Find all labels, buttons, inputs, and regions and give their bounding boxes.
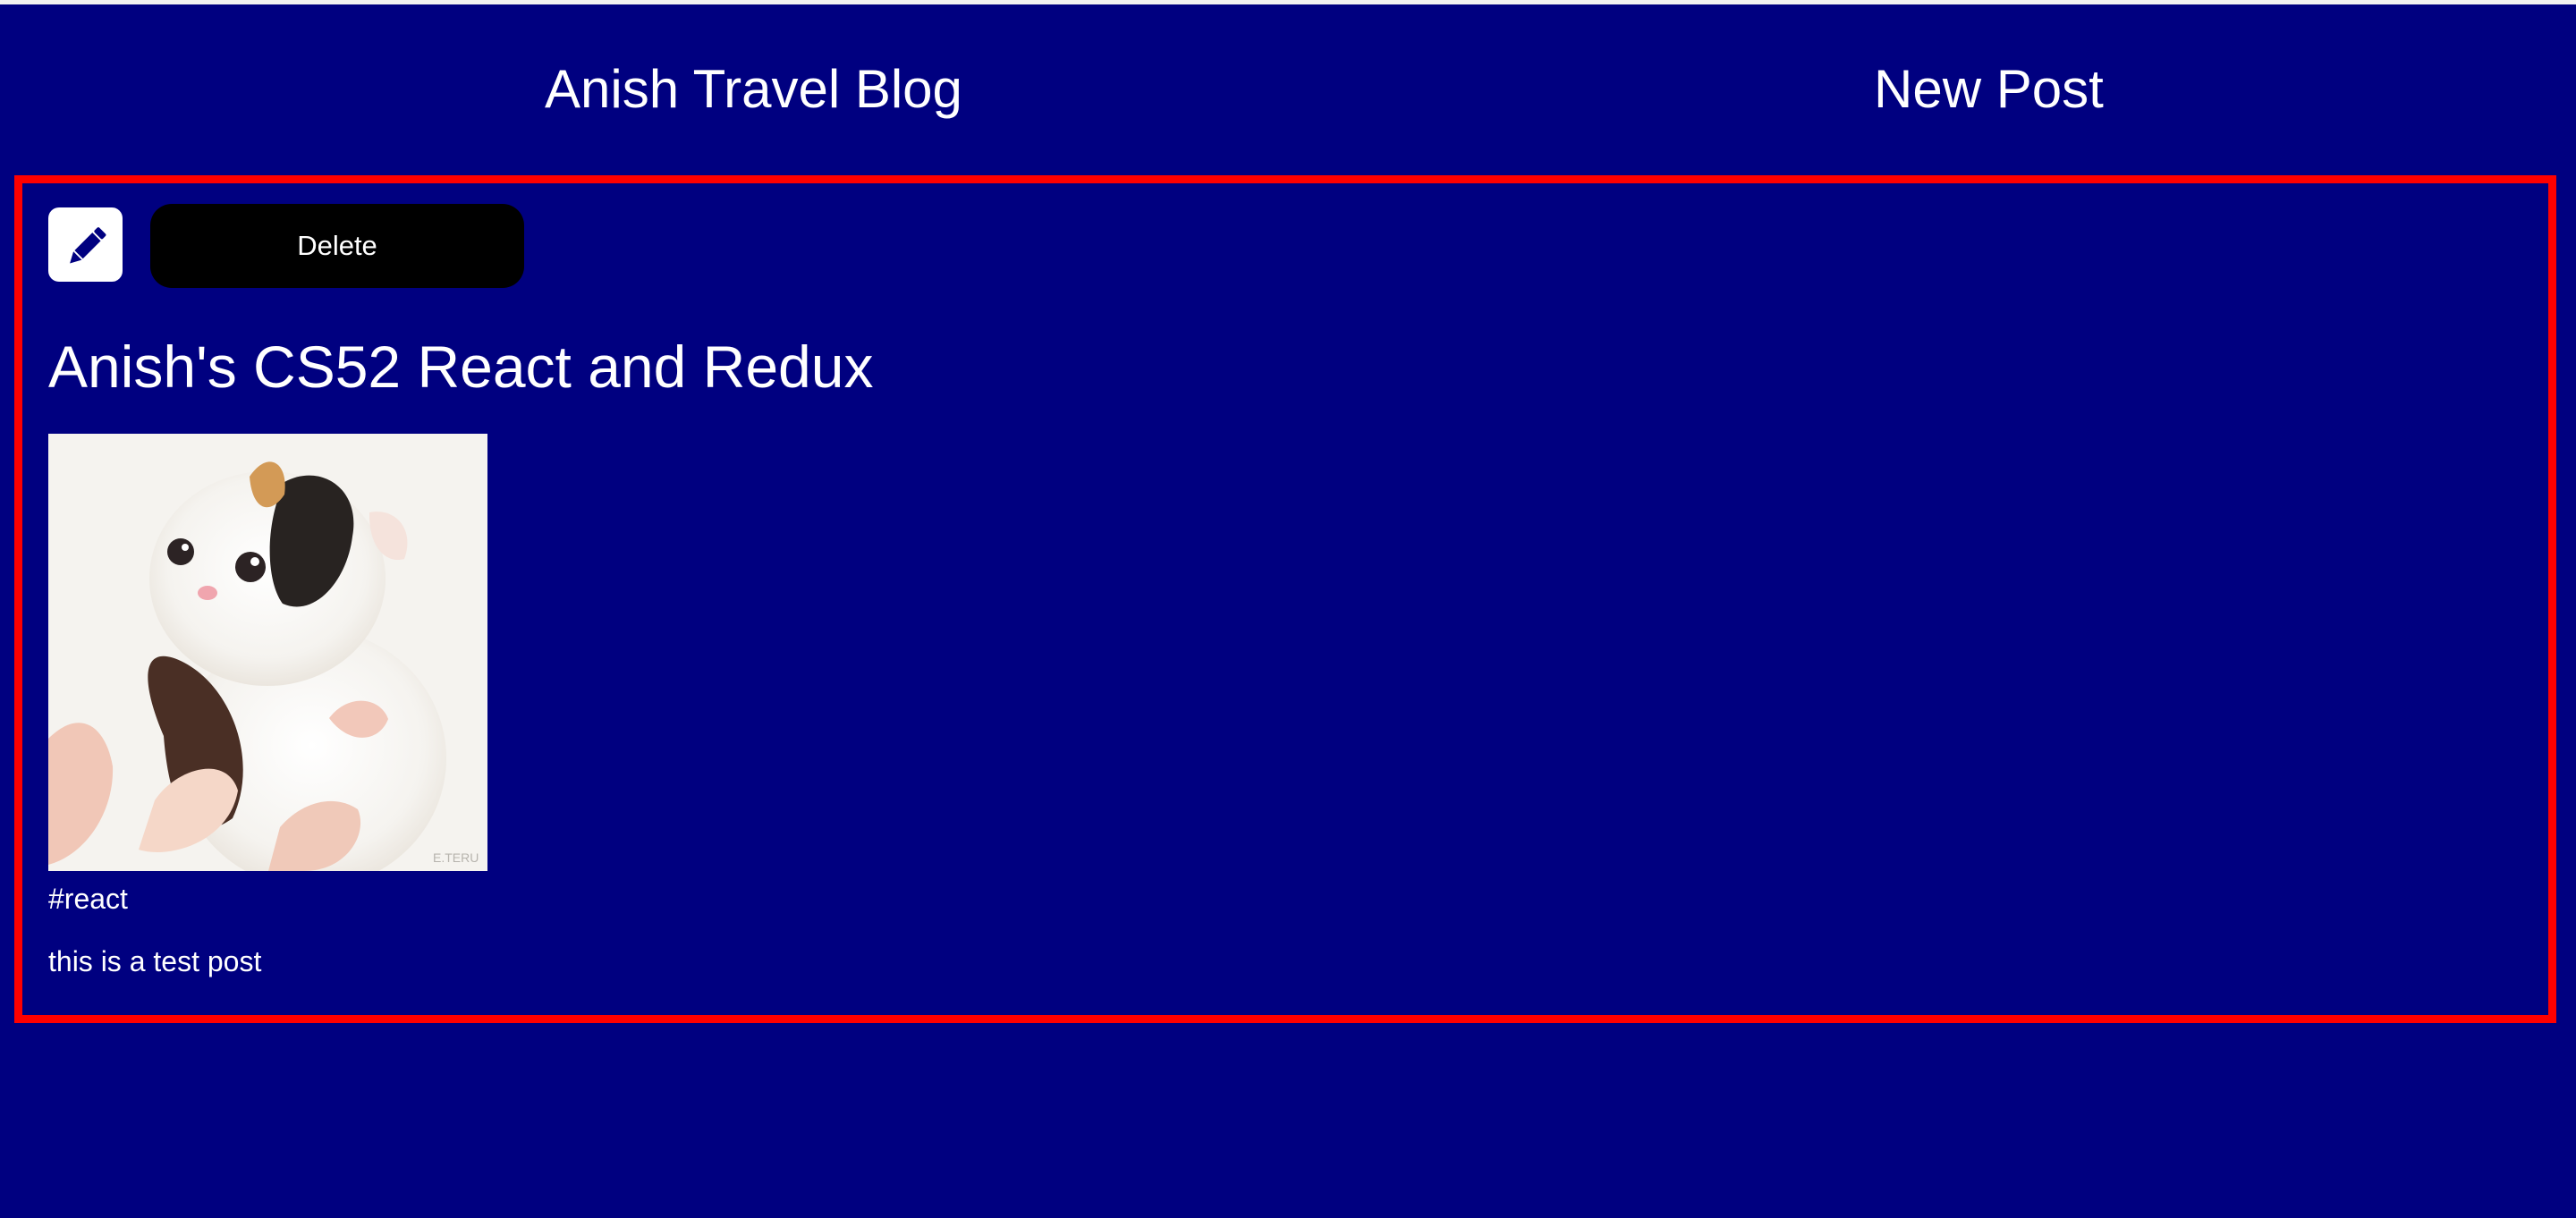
post-content: this is a test post xyxy=(48,945,262,977)
post-image: E.TERU xyxy=(48,434,487,871)
top-navigation: Anish Travel Blog New Post xyxy=(0,54,2576,125)
image-watermark: E.TERU xyxy=(433,850,479,865)
new-post-link[interactable]: New Post xyxy=(1874,54,2104,125)
post-card: Delete Anish's CS52 React and Redux E.TE… xyxy=(14,175,2556,1023)
delete-button[interactable]: Delete xyxy=(150,204,524,288)
post-title: Anish's CS52 React and Redux xyxy=(48,334,874,400)
top-strip xyxy=(0,0,2576,4)
pencil-icon xyxy=(69,226,106,264)
app-page: Anish Travel Blog New Post Delete Anish'… xyxy=(0,0,2576,1218)
kitten-image: E.TERU xyxy=(48,434,487,871)
home-link[interactable]: Anish Travel Blog xyxy=(545,54,962,125)
edit-button[interactable] xyxy=(48,207,123,282)
post-tags: #react xyxy=(48,883,128,915)
